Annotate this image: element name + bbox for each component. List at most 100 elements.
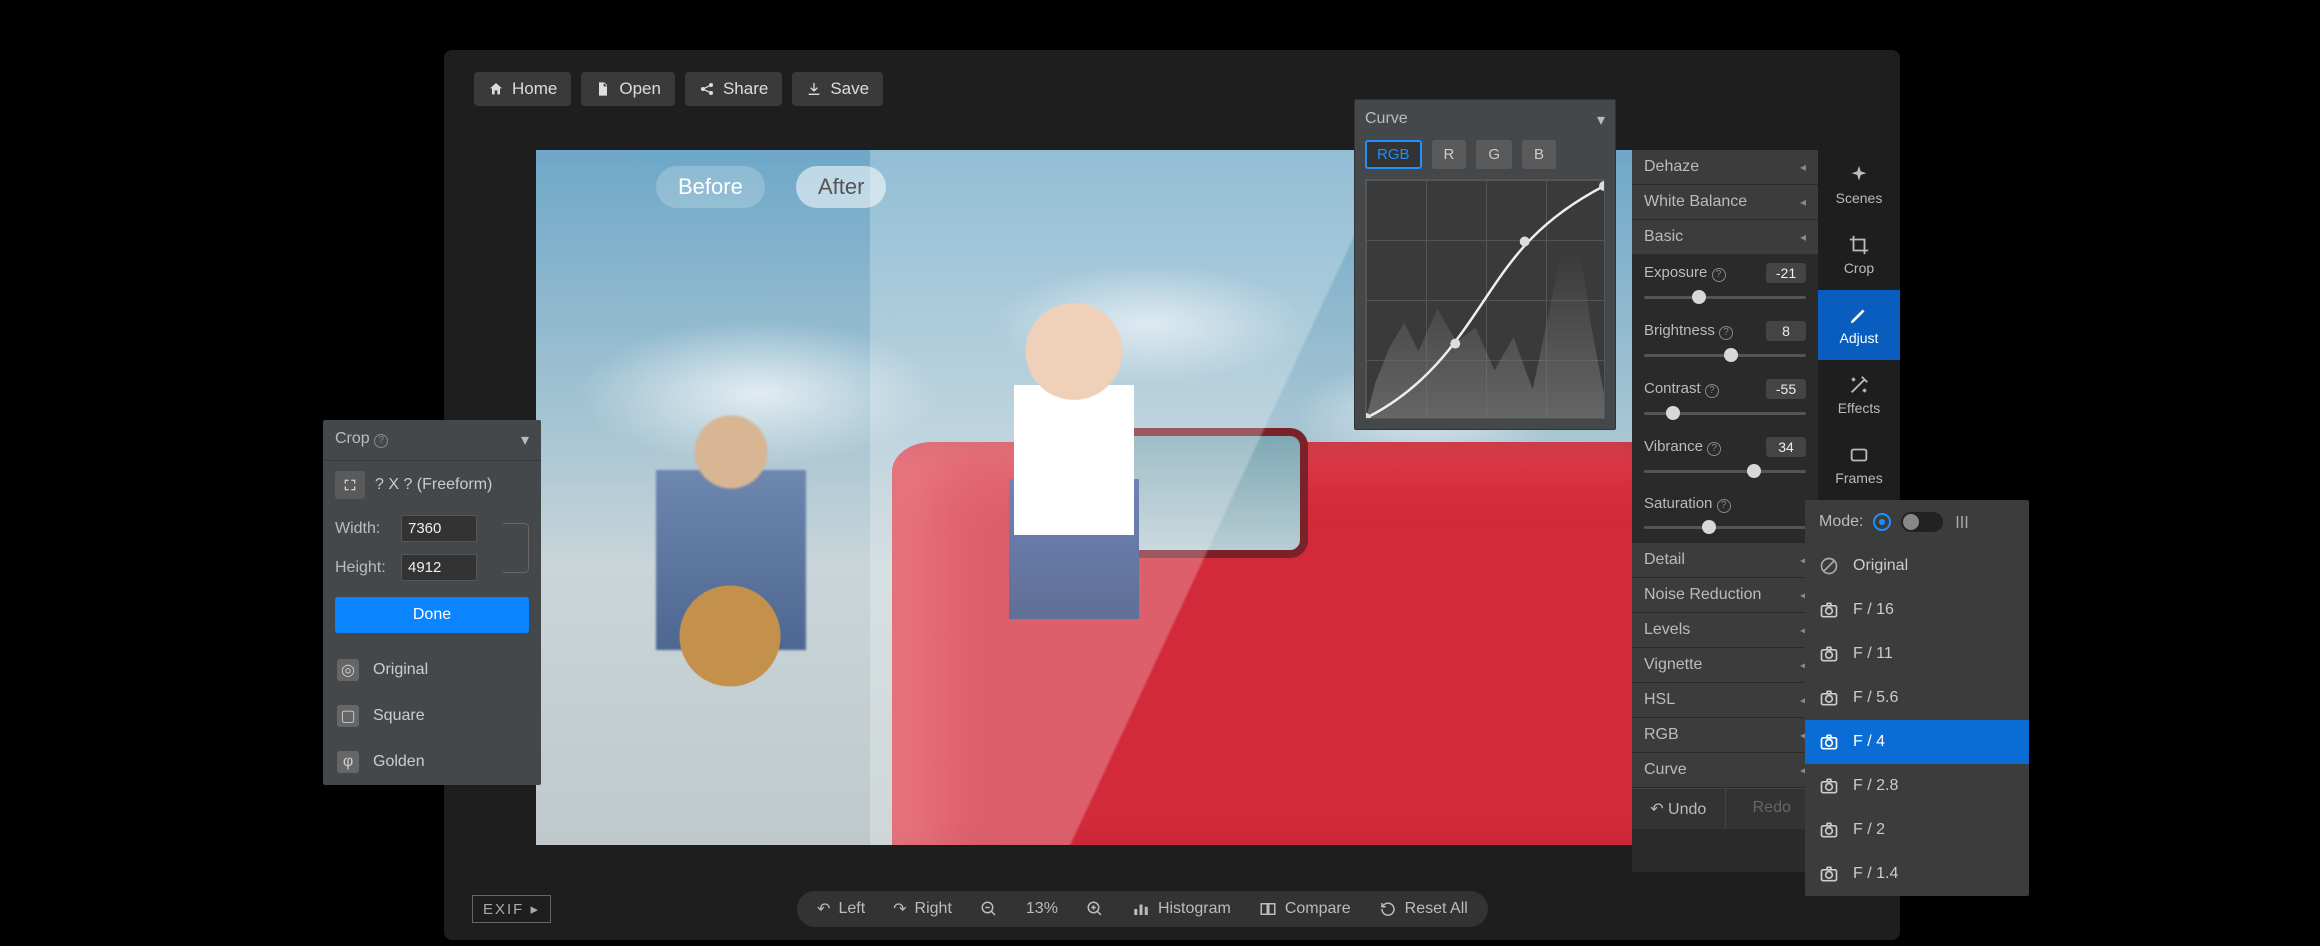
section-hsl[interactable]: HSL◂: [1632, 683, 1818, 718]
aperture-item[interactable]: F / 4: [1805, 720, 2029, 764]
share-icon: [699, 81, 715, 97]
tool-crop[interactable]: Crop: [1818, 220, 1900, 290]
section-rgb[interactable]: RGB◂: [1632, 718, 1818, 753]
help-icon[interactable]: ?: [1712, 268, 1726, 282]
open-button[interactable]: Open: [581, 72, 675, 106]
curve-graph[interactable]: [1365, 179, 1605, 419]
crop-panel[interactable]: Crop ? ▾ ? X ? (Freeform) Width: Height:…: [323, 420, 541, 785]
camera-icon: [1819, 600, 1839, 620]
slider-label: Saturation ?: [1644, 495, 1731, 513]
share-label: Share: [723, 79, 768, 99]
help-icon[interactable]: ?: [1707, 442, 1721, 456]
aperture-item[interactable]: F / 16: [1805, 588, 2029, 632]
save-label: Save: [830, 79, 869, 99]
exif-button[interactable]: EXIF ▸: [472, 895, 551, 923]
curve-channel-tabs: RGB R G B: [1365, 140, 1605, 169]
slider-row-brightness: Brightness ? 8: [1632, 313, 1818, 345]
curve-tab-rgb[interactable]: RGB: [1365, 140, 1422, 169]
undo-button[interactable]: ↶ Undo: [1632, 789, 1726, 829]
mode-radial-icon[interactable]: [1873, 513, 1891, 531]
section-basic[interactable]: Basic◂: [1632, 220, 1818, 255]
top-toolbar: Home Open Share Save: [444, 50, 1900, 128]
slider-vibrance[interactable]: [1644, 461, 1806, 481]
curve-panel[interactable]: Curve▾ RGB R G B: [1354, 99, 1616, 430]
slider-saturation[interactable]: [1644, 517, 1806, 537]
curve-title: Curve▾: [1365, 110, 1605, 130]
aperture-item[interactable]: F / 2.8: [1805, 764, 2029, 808]
curve-tab-r[interactable]: R: [1432, 140, 1467, 169]
section-levels[interactable]: Levels◂: [1632, 613, 1818, 648]
golden-icon: φ: [337, 751, 359, 773]
slider-value: 34: [1766, 437, 1806, 457]
original-icon: ◎: [337, 659, 359, 681]
photo-guitar: [670, 581, 820, 691]
slider-label: Exposure ?: [1644, 264, 1726, 282]
link-dimensions-button[interactable]: [503, 523, 529, 573]
aperture-panel[interactable]: Mode: Original F / 16F / 11F / 5.6F / 4F…: [1805, 500, 2029, 896]
aperture-original[interactable]: Original: [1805, 544, 2029, 588]
aperture-item[interactable]: F / 1.4: [1805, 852, 2029, 896]
camera-icon: [1819, 864, 1839, 884]
tool-adjust[interactable]: Adjust: [1818, 290, 1900, 360]
after-pill[interactable]: After: [796, 166, 886, 208]
compare-button[interactable]: Compare: [1259, 900, 1351, 918]
help-icon[interactable]: ?: [1719, 326, 1733, 340]
width-input[interactable]: [401, 515, 477, 542]
crop-aspect-row: ? X ? (Freeform): [323, 461, 541, 509]
save-button[interactable]: Save: [792, 72, 883, 106]
height-input[interactable]: [401, 554, 477, 581]
section-noise-reduction[interactable]: Noise Reduction◂: [1632, 578, 1818, 613]
preset-golden[interactable]: φGolden: [323, 739, 541, 785]
slider-contrast[interactable]: [1644, 403, 1806, 423]
slider-brightness[interactable]: [1644, 345, 1806, 365]
home-button[interactable]: Home: [474, 72, 571, 106]
mode-linear-icon[interactable]: [1953, 513, 1971, 531]
slider-exposure[interactable]: [1644, 287, 1806, 307]
collapse-icon[interactable]: ▾: [521, 430, 529, 450]
aperture-item[interactable]: F / 2: [1805, 808, 2029, 852]
slider-value: 8: [1766, 321, 1806, 341]
aspect-icon-button[interactable]: [335, 471, 365, 499]
tool-frames[interactable]: Frames: [1818, 430, 1900, 500]
aspect-label: ? X ? (Freeform): [375, 476, 492, 494]
aperture-item[interactable]: F / 5.6: [1805, 676, 2029, 720]
histogram-button[interactable]: Histogram: [1132, 900, 1231, 918]
curve-tab-g[interactable]: G: [1476, 140, 1512, 169]
mode-toggle[interactable]: [1901, 512, 1943, 532]
collapse-icon[interactable]: ▾: [1597, 110, 1605, 130]
expand-icon: [342, 477, 358, 493]
section-detail[interactable]: Detail◂: [1632, 543, 1818, 578]
home-icon: [488, 81, 504, 97]
bottom-bar: EXIF ▸ ↶ Left ↷ Right 13% Histogram Comp…: [444, 878, 1900, 940]
open-label: Open: [619, 79, 661, 99]
help-icon[interactable]: ?: [1717, 499, 1731, 513]
camera-icon: [1819, 820, 1839, 840]
camera-icon: [1819, 732, 1839, 752]
zoom-level[interactable]: 13%: [1026, 900, 1058, 918]
share-button[interactable]: Share: [685, 72, 782, 106]
preset-square[interactable]: ▢Square: [323, 693, 541, 739]
section-curve[interactable]: Curve◂: [1632, 753, 1818, 788]
tool-effects[interactable]: Effects: [1818, 360, 1900, 430]
curve-tab-b[interactable]: B: [1522, 140, 1556, 169]
done-button[interactable]: Done: [335, 597, 529, 633]
section-white-balance[interactable]: White Balance◂: [1632, 185, 1818, 220]
before-pill[interactable]: Before: [656, 166, 765, 208]
preset-original[interactable]: ◎Original: [323, 647, 541, 693]
reset-all-button[interactable]: Reset All: [1379, 900, 1468, 918]
zoom-in-button[interactable]: [1086, 900, 1104, 918]
rotate-left-button[interactable]: ↶ Left: [817, 899, 865, 919]
section-dehaze[interactable]: Dehaze◂: [1632, 150, 1818, 185]
histogram-icon: [1132, 900, 1150, 918]
section-vignette[interactable]: Vignette◂: [1632, 648, 1818, 683]
pencil-icon: [1848, 304, 1870, 326]
camera-icon: [1819, 776, 1839, 796]
tool-scenes[interactable]: Scenes: [1818, 150, 1900, 220]
rotate-right-button[interactable]: ↷ Right: [893, 899, 952, 919]
help-icon[interactable]: ?: [1705, 384, 1719, 398]
app-window: Home Open Share Save Before After Dehaze…: [444, 50, 1900, 940]
aperture-item[interactable]: F / 11: [1805, 632, 2029, 676]
zoom-out-button[interactable]: [980, 900, 998, 918]
camera-icon: [1819, 644, 1839, 664]
help-icon[interactable]: ?: [374, 434, 388, 448]
